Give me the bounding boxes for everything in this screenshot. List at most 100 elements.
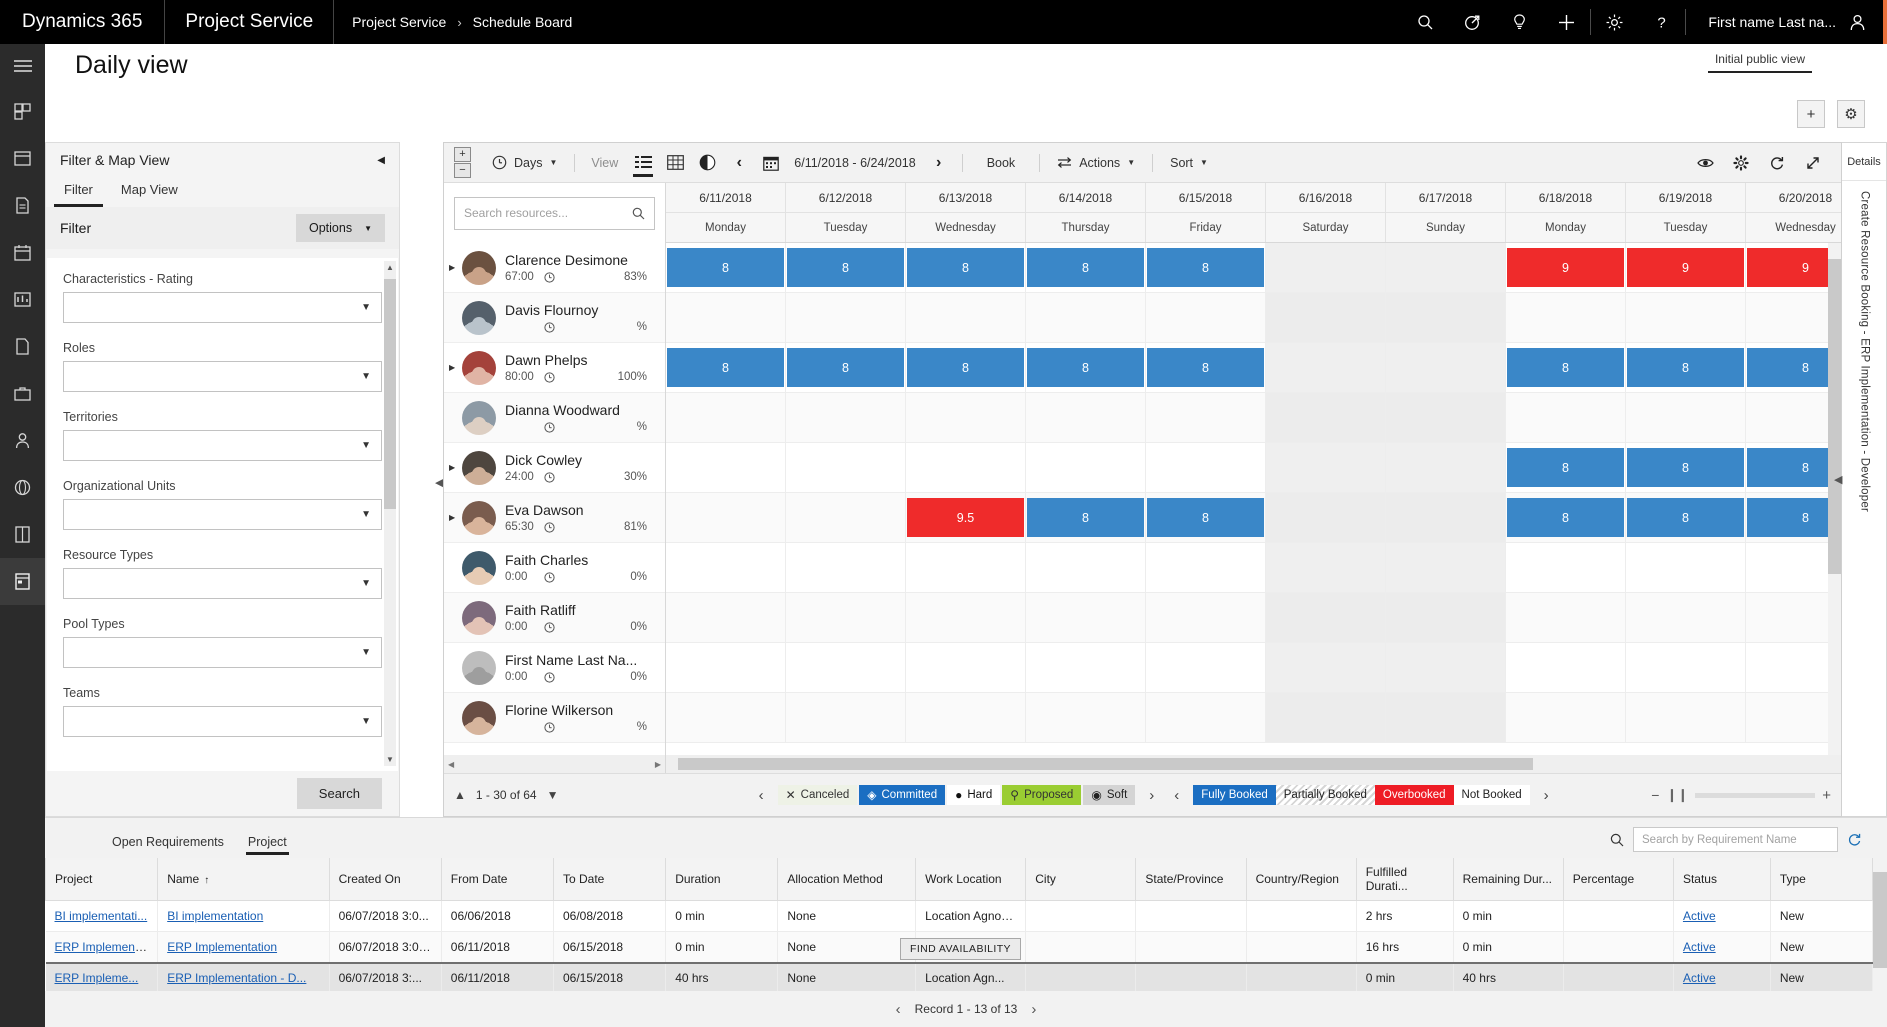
grid-cell[interactable]: 8 [1626,493,1746,542]
resource-horizontal-scrollbar[interactable]: ◀ ▶ [444,755,665,773]
grid-cell[interactable] [786,593,906,642]
zoom-out-button[interactable]: − [1651,787,1659,803]
next-page-button[interactable]: › [1031,1001,1036,1018]
resource-name[interactable]: Dick Cowley [505,452,659,470]
table-row[interactable]: ERP Impleme... ERP Implementation - D... 0… [45,961,1873,991]
grid-cell[interactable] [1146,693,1266,742]
grid-cell[interactable] [1386,393,1506,442]
grid-cell[interactable] [1026,543,1146,592]
grid-cell[interactable] [1266,293,1386,342]
rail-calendar-icon[interactable] [0,229,45,276]
territories-select[interactable]: ▼ [63,430,382,461]
booking-block[interactable]: 8 [907,248,1024,287]
table-column-header[interactable]: Fulfilled Durati... [1355,858,1454,901]
booking-block[interactable]: 8 [1027,348,1144,387]
grid-cell[interactable]: 8 [1146,493,1266,542]
grid-cell[interactable] [1626,643,1746,692]
grid-cell[interactable] [1146,443,1266,492]
grid-cell[interactable] [1746,293,1841,342]
booking-block[interactable]: 9.5 [907,498,1024,537]
tab-filter[interactable]: Filter [54,177,103,207]
gear-icon[interactable] [1723,143,1759,183]
grid-cell[interactable] [1026,593,1146,642]
resource-name[interactable]: Davis Flournoy [505,302,659,320]
availability-chip-not-booked[interactable]: Not Booked [1453,785,1530,805]
resource-row[interactable]: Davis Flournoy% [444,293,665,343]
booking-block[interactable]: 8 [1027,498,1144,537]
grid-cell[interactable]: 8 [666,343,786,392]
grid-cell[interactable] [786,293,906,342]
rail-documents-icon[interactable] [0,182,45,229]
grid-cell[interactable] [1626,543,1746,592]
grid-cell[interactable] [786,643,906,692]
grid-cell[interactable] [1386,493,1506,542]
booking-block[interactable]: 8 [1507,498,1624,537]
table-column-header[interactable]: Type [1769,858,1873,901]
search-icon[interactable] [1402,0,1449,44]
grid-cell[interactable]: 8 [906,343,1026,392]
grid-cell[interactable]: 9.5 [906,493,1026,542]
availability-chip-overbooked[interactable]: Overbooked [1374,785,1454,805]
scrollbar-thumb[interactable] [678,758,1533,770]
book-button[interactable]: Book [971,156,1032,170]
grid-cell[interactable] [786,693,906,742]
grid-cell[interactable]: 8 [1146,243,1266,292]
grid-cell[interactable] [1146,643,1266,692]
grid-cell[interactable] [1506,593,1626,642]
expand-resource-icon[interactable]: ▶ [449,363,455,372]
scrollbar-thumb[interactable] [1873,872,1887,968]
resource-row[interactable]: ▶ Dick Cowley 24:00 30% [444,443,665,493]
expand-all-button[interactable]: + [454,147,471,162]
zoom-in-button[interactable]: + [1822,787,1831,804]
grid-cell[interactable] [906,443,1026,492]
grid-cell[interactable] [666,393,786,442]
grid-cell[interactable] [1506,643,1626,692]
grid-cell[interactable]: 8 [1026,243,1146,292]
chevron-up-icon[interactable]: ▲ [454,788,466,802]
grid-cell[interactable] [1506,693,1626,742]
zoom-slider[interactable] [1695,792,1816,798]
grid-cell[interactable] [1386,293,1506,342]
grid-cell[interactable] [1266,693,1386,742]
plus-icon[interactable] [1543,0,1590,44]
breadcrumb-root[interactable]: Project Service [352,14,446,30]
table-column-header[interactable]: From Date [440,858,554,901]
booking-block[interactable]: 8 [907,348,1024,387]
requirement-search-input[interactable]: Search by Requirement Name [1633,827,1838,852]
rail-page-icon[interactable] [0,323,45,370]
booking-block[interactable]: 8 [1027,248,1144,287]
cell-link[interactable]: ERP Impleme... [55,971,139,985]
grid-cell[interactable] [1146,543,1266,592]
cell-link[interactable]: ERP Implementation [167,940,277,954]
grid-cell[interactable] [1506,543,1626,592]
grid-cell[interactable] [1386,343,1506,392]
grid-cell[interactable]: 8 [1026,343,1146,392]
booking-block[interactable]: 8 [1747,448,1841,487]
calendar-picker-icon[interactable] [756,143,786,183]
table-column-header[interactable]: Country/Region [1245,858,1357,901]
table-column-header[interactable]: Work Location [915,858,1027,901]
grid-cell[interactable] [1146,393,1266,442]
grid-cell[interactable] [1386,243,1506,292]
user-menu[interactable]: First name Last na... [1686,0,1883,44]
refresh-icon[interactable] [1759,143,1795,183]
grid-cell[interactable] [1386,693,1506,742]
grid-vertical-scrollbar[interactable] [1828,243,1841,755]
options-dropdown[interactable]: Options ▼ [295,214,385,242]
teams-select[interactable]: ▼ [63,706,382,737]
booking-block[interactable]: 9 [1747,248,1841,287]
previous-period-button[interactable]: ‹ [724,143,754,183]
grid-cell[interactable] [906,293,1026,342]
characteristics-rating-select[interactable]: ▼ [63,292,382,323]
zoom-handle[interactable]: ❙❙ [1666,787,1688,803]
grid-cell[interactable] [1746,393,1841,442]
grid-cell[interactable] [1506,293,1626,342]
resource-name[interactable]: Florine Wilkerson [505,702,659,720]
grid-cell[interactable] [1626,693,1746,742]
grid-cell[interactable]: 8 [1506,343,1626,392]
grid-cell[interactable] [1266,493,1386,542]
grid-cell[interactable] [1026,443,1146,492]
grid-cell[interactable] [666,543,786,592]
view-selector[interactable]: Initial public view [1707,52,1812,73]
filter-panel-scrollbar[interactable]: ▲ ▼ [384,261,396,766]
